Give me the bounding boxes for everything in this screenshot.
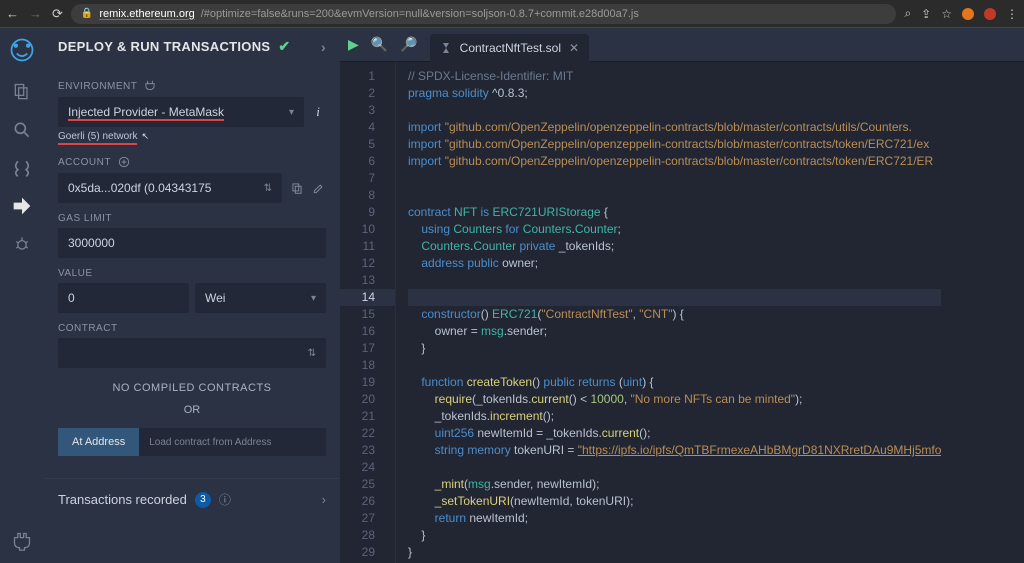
code-editor[interactable]: 1234567891011121314151617181920212223242… bbox=[340, 62, 1024, 563]
debugger-icon[interactable] bbox=[12, 234, 32, 254]
chrome-menu-icon[interactable]: ⋮ bbox=[1006, 7, 1018, 21]
environment-value: Injected Provider - MetaMask bbox=[68, 105, 224, 119]
line-gutter: 1234567891011121314151617181920212223242… bbox=[340, 62, 396, 563]
close-tab-icon[interactable]: ✕ bbox=[569, 41, 579, 55]
transactions-recorded-row[interactable]: Transactions recorded 3 ⓘ › bbox=[44, 478, 340, 520]
compiler-icon[interactable] bbox=[12, 158, 32, 178]
remix-logo-icon[interactable] bbox=[8, 36, 36, 64]
url-path: /#optimize=false&runs=200&evmVersion=nul… bbox=[201, 8, 639, 20]
tab-contract-file[interactable]: ContractNftTest.sol ✕ bbox=[430, 34, 589, 62]
zoom-out-icon[interactable]: 🔍 bbox=[371, 36, 388, 53]
deploy-panel: DEPLOY & RUN TRANSACTIONS ✔ › ENVIRONMEN… bbox=[44, 28, 340, 563]
no-compiled-text: NO COMPILED CONTRACTS bbox=[58, 382, 326, 394]
search-icon[interactable] bbox=[12, 120, 32, 140]
account-label: ACCOUNT bbox=[58, 157, 111, 168]
tab-label: ContractNftTest.sol bbox=[460, 41, 561, 55]
solidity-file-icon bbox=[440, 42, 452, 54]
account-value: 0x5da...020df (0.04343175 bbox=[68, 181, 211, 195]
chevron-right-icon: › bbox=[322, 492, 326, 507]
check-icon: ✔ bbox=[278, 38, 290, 55]
qr-icon[interactable]: ⌕ bbox=[904, 6, 911, 21]
share-icon[interactable]: ⇪ bbox=[921, 7, 931, 21]
url-host: remix.ethereum.org bbox=[99, 8, 194, 20]
info-icon[interactable]: ⓘ bbox=[219, 491, 231, 508]
contract-label: CONTRACT bbox=[58, 323, 118, 334]
editor-area: ▶ 🔍 🔎 ContractNftTest.sol ✕ 123456789101… bbox=[340, 28, 1024, 563]
tx-count-badge: 3 bbox=[195, 492, 211, 508]
metamask-ext-icon[interactable] bbox=[962, 8, 974, 20]
panel-title: DEPLOY & RUN TRANSACTIONS bbox=[58, 39, 270, 54]
browser-chrome: ← → ⟳ 🔒 remix.ethereum.org /#optimize=fal… bbox=[0, 0, 1024, 28]
value-unit-select[interactable]: Wei▾ bbox=[195, 283, 326, 313]
nav-forward-icon[interactable]: → bbox=[29, 6, 42, 22]
tab-bar: ▶ 🔍 🔎 ContractNftTest.sol ✕ bbox=[340, 28, 1024, 62]
icon-sidebar bbox=[0, 28, 44, 563]
environment-label: ENVIRONMENT bbox=[58, 81, 137, 92]
contract-select[interactable]: ⇅ bbox=[58, 338, 326, 368]
deploy-icon[interactable] bbox=[12, 196, 32, 216]
environment-select[interactable]: Injected Provider - MetaMask ▾ bbox=[58, 97, 304, 127]
caret-icon: ▾ bbox=[289, 107, 294, 118]
network-badge: Goerli (5) network bbox=[58, 131, 137, 145]
load-address-input[interactable]: Load contract from Address bbox=[139, 428, 326, 456]
plug-icon bbox=[143, 79, 157, 93]
plugin-manager-icon[interactable] bbox=[12, 531, 32, 551]
copy-icon[interactable] bbox=[290, 181, 304, 195]
caret-icon: ▾ bbox=[311, 293, 316, 304]
add-account-icon[interactable] bbox=[117, 155, 131, 169]
file-explorer-icon[interactable] bbox=[12, 82, 32, 102]
play-icon[interactable]: ▶ bbox=[348, 36, 359, 53]
info-icon[interactable]: i bbox=[310, 104, 326, 120]
ext-icon-red[interactable] bbox=[984, 8, 996, 20]
chevron-right-icon[interactable]: › bbox=[321, 39, 326, 55]
gas-limit-input[interactable]: 3000000 bbox=[58, 228, 326, 258]
cursor-icon: ↖ bbox=[141, 131, 149, 141]
tx-recorded-label: Transactions recorded bbox=[58, 492, 187, 507]
value-label: VALUE bbox=[58, 268, 93, 279]
nav-back-icon[interactable]: ← bbox=[6, 6, 19, 22]
account-select[interactable]: 0x5da...020df (0.04343175 ⇅ bbox=[58, 173, 282, 203]
caret-icon: ⇅ bbox=[264, 183, 272, 194]
lock-icon: 🔒 bbox=[81, 8, 93, 19]
zoom-in-icon[interactable]: 🔎 bbox=[400, 36, 417, 53]
caret-icon: ⇅ bbox=[308, 348, 316, 359]
bookmark-icon[interactable]: ☆ bbox=[941, 7, 952, 21]
nav-reload-icon[interactable]: ⟳ bbox=[52, 6, 63, 22]
value-amount-input[interactable]: 0 bbox=[58, 283, 189, 313]
at-address-button[interactable]: At Address bbox=[58, 428, 139, 456]
or-text: OR bbox=[58, 404, 326, 416]
gas-limit-label: GAS LIMIT bbox=[58, 213, 112, 224]
url-bar[interactable]: 🔒 remix.ethereum.org /#optimize=false&run… bbox=[71, 4, 897, 24]
code-content[interactable]: // SPDX-License-Identifier: MITpragma so… bbox=[396, 62, 941, 563]
edit-icon[interactable] bbox=[312, 181, 326, 195]
